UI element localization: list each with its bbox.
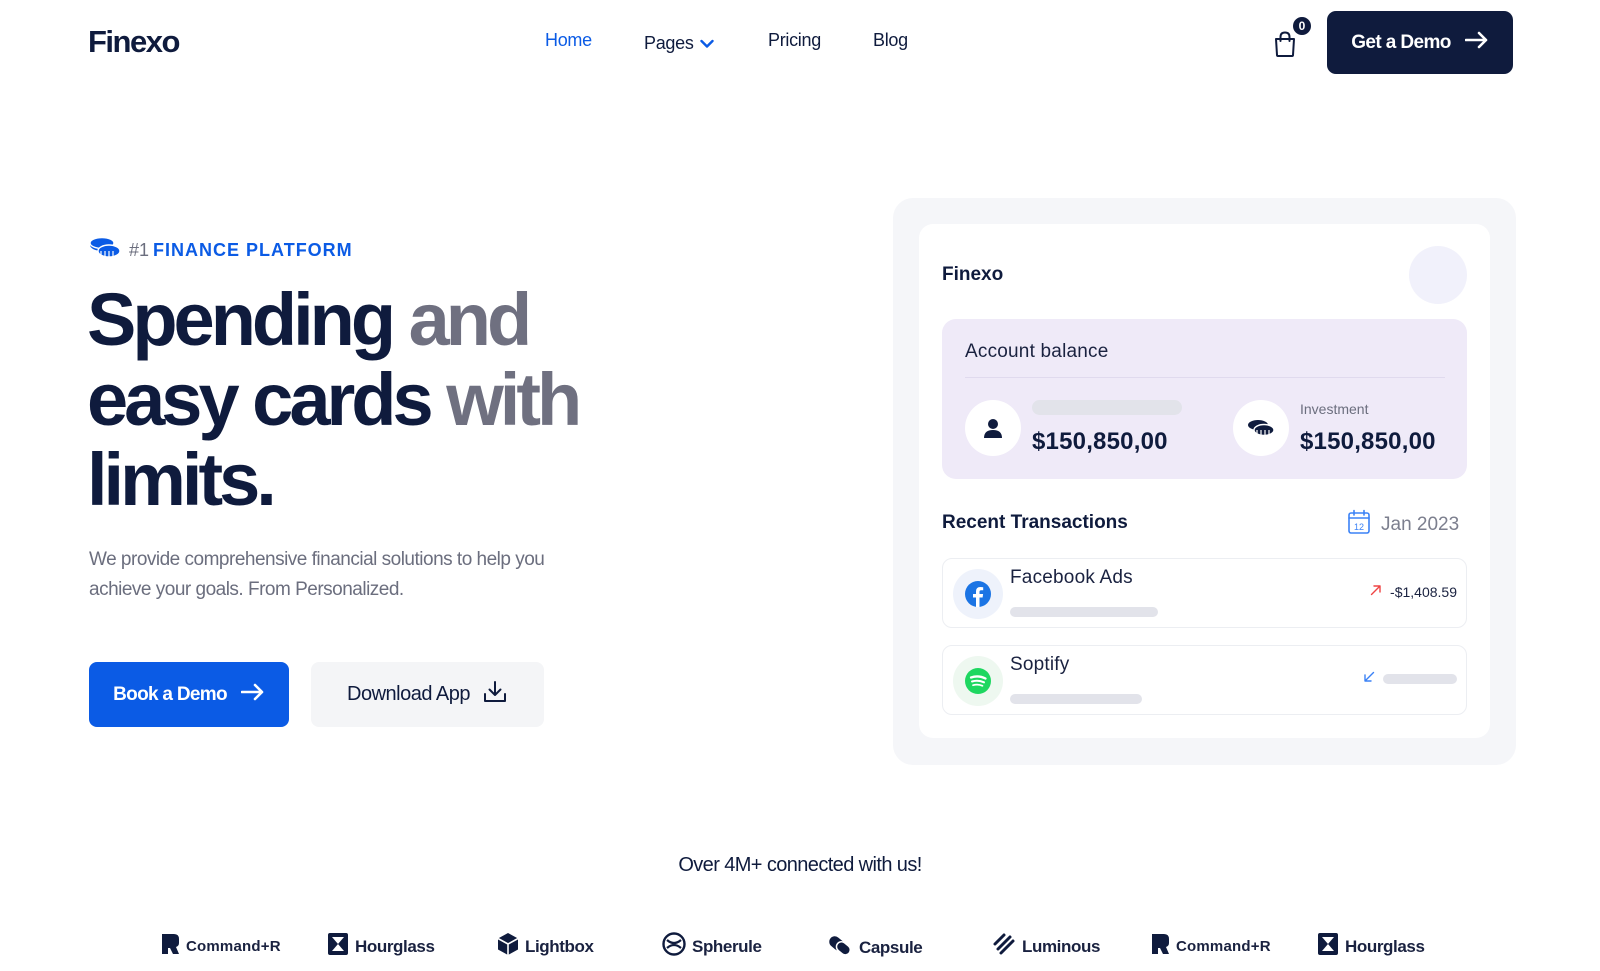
headline-part-2: and (392, 278, 533, 361)
connected-headline: Over 4M+ connected with us! (678, 854, 922, 876)
arrow-right-icon (1464, 31, 1489, 55)
headline-part-3: easy cards (87, 358, 434, 441)
partner-logo-label: Hourglass (1345, 936, 1425, 956)
partner-logo-spherule: Spherule (662, 932, 762, 961)
headline-part-4: with (429, 358, 582, 441)
transaction-amount-group (1363, 670, 1457, 688)
commandr-logo-icon (1150, 932, 1170, 960)
spotify-icon (953, 656, 1003, 706)
capsule-logo-icon (827, 932, 853, 963)
get-a-demo-label: Get a Demo (1351, 31, 1451, 53)
transaction-name: Facebook Ads (1010, 567, 1133, 588)
transaction-row[interactable]: Facebook Ads -$1,408.59 (942, 558, 1467, 628)
site-header: Finexo Home Pages Pricing Blog 0 Get a D… (0, 0, 1600, 90)
download-app-button[interactable]: Download App (311, 662, 544, 727)
balance-label-placeholder (1032, 400, 1182, 415)
hero-subtext: We provide comprehensive financial solut… (89, 549, 545, 600)
transaction-meta-placeholder (1010, 607, 1158, 617)
account-balance-title: Account balance (965, 341, 1109, 362)
partner-logo-label: Lightbox (525, 936, 594, 956)
calendar-icon: 12 (1347, 509, 1371, 540)
arrow-up-right-icon (1370, 583, 1382, 601)
transaction-amount: -$1,408.59 (1390, 584, 1457, 600)
transaction-amount-placeholder (1383, 674, 1457, 684)
chevron-down-icon (699, 33, 714, 54)
download-icon (482, 679, 508, 711)
date-filter[interactable]: 12 Jan 2023 (1347, 509, 1459, 540)
partner-logo-label: Spherule (692, 936, 762, 956)
facebook-icon (953, 569, 1003, 619)
headline-part-5: limits. (87, 438, 277, 521)
nav-pages-label: Pages (644, 33, 694, 53)
transaction-meta-placeholder (1010, 694, 1142, 704)
book-a-demo-label: Book a Demo (113, 683, 227, 705)
arrow-down-left-icon (1363, 670, 1375, 688)
hourglass-logo-icon (327, 932, 349, 961)
partner-logo-commandr: Command+R (160, 932, 281, 960)
dashboard-brand: Finexo (942, 264, 1004, 285)
spherule-logo-icon (662, 932, 686, 961)
avatar[interactable] (1409, 246, 1467, 304)
partner-logo-luminous: Luminous (992, 932, 1100, 961)
commandr-logo-icon (160, 932, 180, 960)
nav-blog[interactable]: Blog (873, 30, 908, 51)
nav-pages[interactable]: Pages (644, 33, 714, 54)
site-logo[interactable]: Finexo (88, 24, 180, 60)
partner-logo-label: Command+R (1176, 937, 1271, 955)
partner-logo-hourglass: Hourglass (327, 932, 435, 961)
partner-logo-commandr: Command+R (1150, 932, 1271, 960)
transaction-amount-group: -$1,408.59 (1370, 583, 1457, 601)
partner-logo-hourglass: Hourglass (1317, 932, 1425, 961)
nav-home[interactable]: Home (545, 30, 592, 51)
partner-logo-label: Command+R (186, 937, 281, 955)
partner-logos: Command+R Hourglass Lightbox Spherule Ca… (0, 928, 1600, 964)
coins-icon (89, 236, 121, 265)
hero-eyebrow: #1 FINANCE PLATFORM (89, 236, 353, 265)
book-a-demo-button[interactable]: Book a Demo (89, 662, 289, 727)
lightbox-logo-icon (497, 932, 519, 961)
partner-logo-label: Capsule (859, 937, 923, 957)
investment-label: Investment (1300, 401, 1369, 417)
calendar-day: 12 (1354, 522, 1364, 532)
download-app-label: Download App (347, 683, 470, 705)
partner-logo-capsule: Capsule (827, 932, 923, 963)
transaction-name: Soptify (1010, 654, 1070, 675)
cart-count-badge: 0 (1291, 15, 1313, 37)
divider (965, 377, 1445, 378)
transaction-row[interactable]: Soptify (942, 645, 1467, 715)
investment-amount: $150,850,00 (1300, 428, 1436, 455)
luminous-logo-icon (992, 932, 1016, 961)
get-a-demo-button[interactable]: Get a Demo (1327, 11, 1513, 74)
date-label: Jan 2023 (1381, 513, 1460, 535)
arrow-right-icon (240, 683, 265, 707)
headline-part-1: Spending (87, 278, 396, 361)
partner-logo-label: Luminous (1022, 936, 1101, 956)
hourglass-logo-icon (1317, 932, 1339, 961)
partner-logo-label: Hourglass (355, 936, 435, 956)
eyebrow-number: #1 (129, 240, 150, 260)
user-icon (965, 400, 1021, 456)
hero-headline: Spending and easy cards with limits. (87, 280, 647, 520)
nav-pricing[interactable]: Pricing (768, 30, 821, 51)
account-balance-amount: $150,850,00 (1032, 428, 1168, 455)
recent-transactions-title: Recent Transactions (942, 512, 1128, 533)
eyebrow-text: FINANCE PLATFORM (153, 240, 353, 260)
coins-icon (1233, 400, 1289, 456)
partner-logo-lightbox: Lightbox (497, 932, 594, 961)
